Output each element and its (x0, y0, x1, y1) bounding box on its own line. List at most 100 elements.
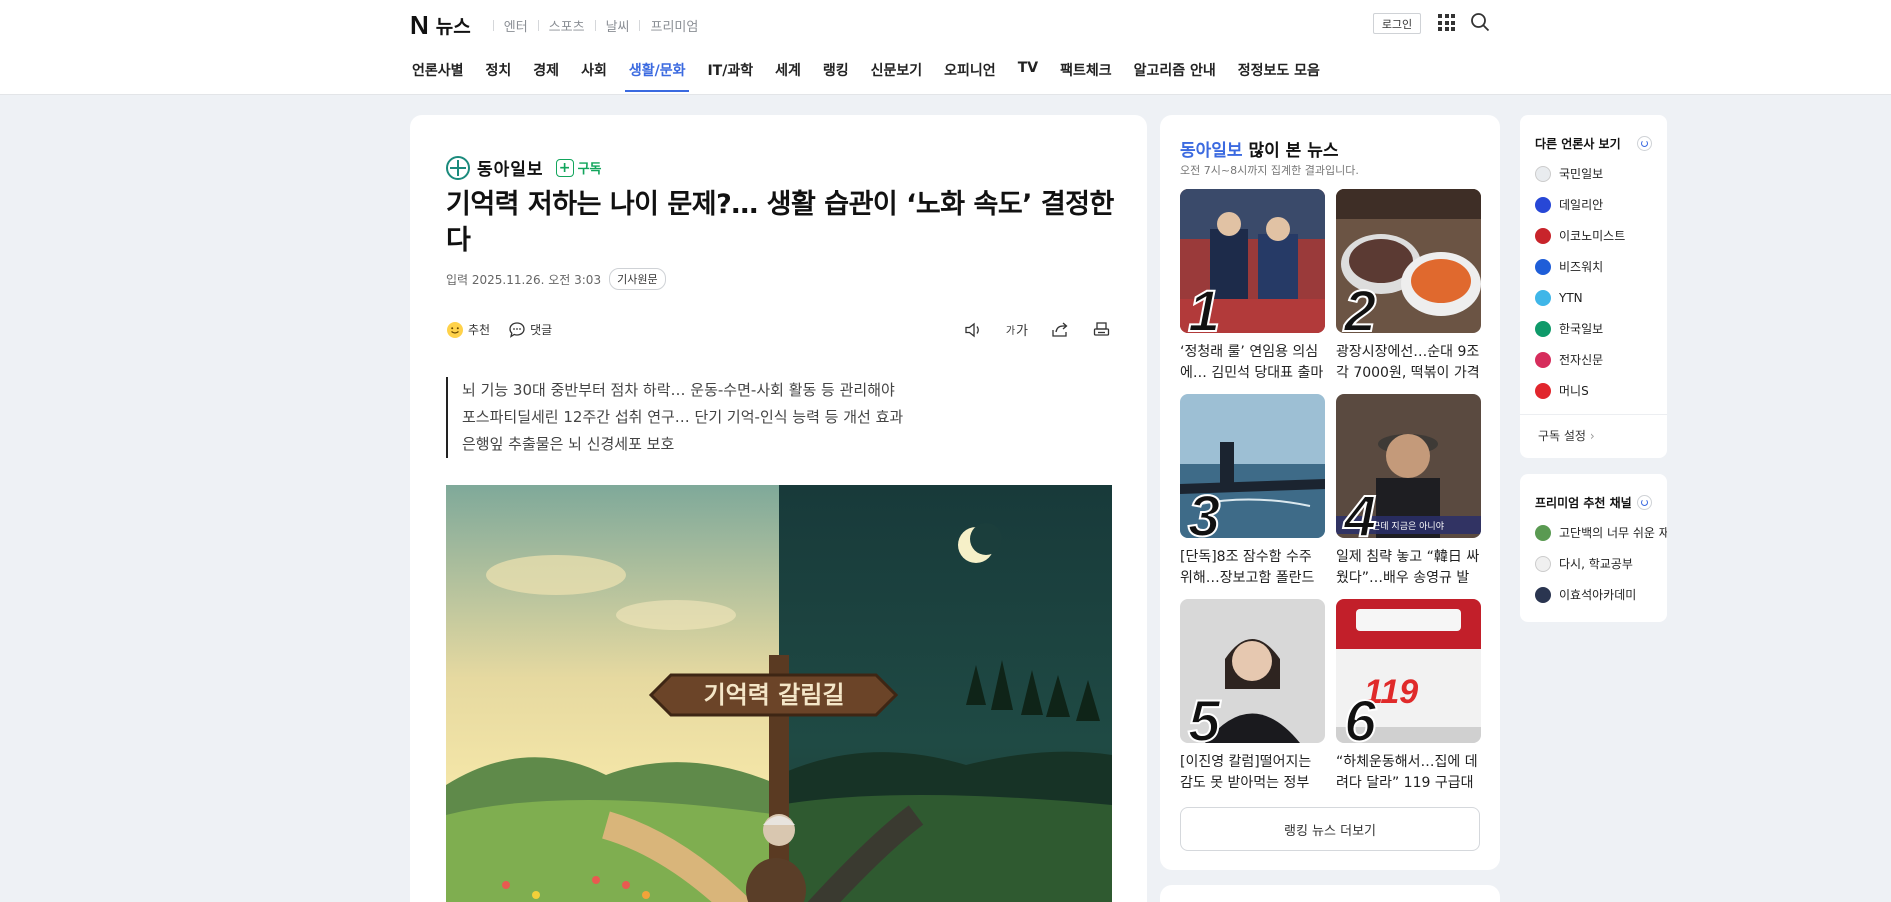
service-links: 엔터 스포츠 날씨 프리미엄 (483, 16, 698, 35)
premium-channel-box: 프리미엄 추천 채널 고단백의 너무 쉬운 재테크 다시, 학교공부 이효석아카… (1520, 474, 1667, 622)
summary-line: 포스파티딜세린 12주간 섭취 연구… 단기 기억-인식 능력 등 개선 효과 (462, 408, 904, 426)
nav-tab-factcheck[interactable]: 팩트체크 (1060, 60, 1112, 92)
premium-item[interactable]: 다시, 학교공부 (1520, 548, 1667, 579)
ranking-headline: 일제 침략 놓고 “韓日 싸웠다”…배우 송영규 발언 (1336, 549, 1480, 586)
nav-tab-newspaper[interactable]: 신문보기 (871, 60, 923, 92)
ranking-item[interactable]: 3 [단독]8조 잠수함 수주 위해…장보고함 폴란드에 (1180, 394, 1325, 589)
recommend-button[interactable]: 추천 (446, 321, 490, 339)
login-button[interactable]: 로그인 (1373, 13, 1421, 34)
nav-tab-world[interactable]: 세계 (775, 60, 801, 92)
ranking-item[interactable]: 근데 지금은 아니야 4 일제 침략 놓고 “韓日 싸웠다”…배우 송영규 발언 (1336, 394, 1481, 589)
divider (639, 20, 641, 31)
ranking-more-button[interactable]: 랭킹 뉴스 더보기 (1180, 807, 1480, 851)
press-item-label: 전자신문 (1559, 353, 1604, 367)
next-panel (1160, 885, 1500, 902)
nav-tab-tv[interactable]: TV (1018, 60, 1038, 92)
plus-icon: + (555, 158, 574, 177)
press-item-label: 국민일보 (1559, 167, 1604, 181)
channel-logo-icon (1535, 586, 1551, 603)
press-name[interactable]: 동아일보 (477, 155, 544, 180)
ranking-thumbnail[interactable]: 3 (1180, 394, 1325, 538)
share-button[interactable] (1050, 321, 1070, 339)
subscribe-button[interactable]: + 구독 (555, 158, 601, 177)
nav-tab-opinion[interactable]: 오피니언 (944, 60, 996, 92)
print-button[interactable] (1092, 321, 1112, 339)
ranking-item[interactable]: 2 광장시장에선…순대 9조각 7000원, 떡볶이 가격은 (1336, 189, 1481, 384)
rank-number: 5 (1187, 689, 1221, 744)
subscribe-settings-link[interactable]: 구독 설정 › (1520, 414, 1667, 458)
summary-line: 뇌 기능 30대 중반부터 점차 하락… 운동-수면-사회 활동 등 관리해야 (462, 381, 895, 399)
ranking-press-name[interactable]: 동아일보 (1180, 141, 1243, 161)
press-logo-icon (1535, 351, 1551, 368)
ranking-subtitle: 오전 7시~8시까지 집계한 결과입니다. (1180, 164, 1359, 177)
ranking-thumbnail[interactable]: 5 (1180, 599, 1325, 743)
signpost-text: 기억력 갈림길 (704, 681, 845, 709)
press-item[interactable]: 한국일보 (1520, 313, 1667, 344)
nav-tab-society[interactable]: 사회 (581, 60, 607, 92)
service-link-premium[interactable]: 프리미엄 (650, 16, 698, 35)
ranking-thumbnail[interactable]: 1 (1180, 189, 1325, 333)
ranking-thumbnail[interactable]: 2 (1336, 189, 1481, 333)
tts-button[interactable] (964, 321, 984, 339)
nav-tab-politics[interactable]: 정치 (486, 60, 512, 92)
press-item[interactable]: 머니S (1520, 375, 1667, 406)
service-link-entertainment[interactable]: 엔터 (504, 16, 528, 35)
nav-tab-ranking[interactable]: 랭킹 (823, 60, 849, 92)
article-summary: 뇌 기능 30대 중반부터 점차 하락… 운동-수면-사회 활동 등 관리해야 … (446, 377, 903, 458)
font-size-button[interactable]: 가 가 (1006, 320, 1028, 339)
ranking-item[interactable]: 119 6 “하체운동해서…집에 데려다 달라” 119 구급대 (1336, 599, 1481, 794)
font-small-icon: 가 (1005, 326, 1016, 337)
press-item[interactable]: 전자신문 (1520, 344, 1667, 375)
nav-tab-economy[interactable]: 경제 (533, 60, 559, 92)
article-headline: 기억력 저하는 나이 문제?… 생활 습관이 ‘노화 속도’ 결정한다 (446, 189, 1114, 256)
chevron-right-icon: › (1589, 429, 1595, 443)
comment-button[interactable]: 댓글 (508, 321, 552, 339)
press-item[interactable]: 이코노미스트 (1520, 220, 1667, 251)
ranking-headline: “하체운동해서…집에 데려다 달라” 119 구급대 (1336, 754, 1478, 791)
press-item[interactable]: 국민일보 (1520, 158, 1667, 189)
ranking-item[interactable]: 1 ‘정청래 룰’ 연임용 의심에… 김민석 당대표 출마설 (1180, 189, 1325, 384)
comment-icon (509, 321, 525, 338)
press-emblem-icon[interactable] (446, 155, 470, 180)
press-row: 동아일보 + 구독 (446, 155, 601, 180)
press-item[interactable]: 비즈워치 (1520, 251, 1667, 282)
press-item[interactable]: 데일리안 (1520, 189, 1667, 220)
nav-tab-life-culture[interactable]: 생활/문화 (624, 60, 690, 92)
press-item-label: 데일리안 (1559, 198, 1604, 212)
service-link-weather[interactable]: 날씨 (606, 16, 630, 35)
search-icon[interactable] (1470, 12, 1490, 32)
press-item-label: 머니S (1559, 384, 1589, 398)
nav-tab-corrections[interactable]: 정정보도 모음 (1238, 60, 1320, 92)
naver-logo[interactable]: N (410, 10, 429, 41)
rank-number: 3 (1187, 484, 1221, 539)
ranking-title: 동아일보 많이 본 뉴스 (1180, 136, 1339, 161)
refresh-icon[interactable] (1637, 495, 1652, 510)
article-hero-image[interactable]: 기억력 갈림길 (446, 485, 1112, 902)
service-link-sports[interactable]: 스포츠 (549, 16, 585, 35)
premium-item[interactable]: 고단백의 너무 쉬운 재테크 (1520, 517, 1667, 548)
ranking-item[interactable]: 5 [이진영 칼럼]떨어지는 감도 못 받아먹는 정부 (1180, 599, 1325, 794)
article-dateline: 입력 2025.11.26. 오전 3:03 기사원문 (446, 268, 666, 290)
original-article-link[interactable]: 기사원문 (609, 268, 666, 290)
press-item-label: 한국일보 (1559, 322, 1604, 336)
rank-number: 1 (1187, 279, 1221, 334)
press-item-label: 이코노미스트 (1559, 229, 1626, 243)
apps-grid-icon[interactable] (1438, 14, 1455, 31)
nav-tab-by-press[interactable]: 언론사별 (412, 60, 464, 92)
ranking-thumbnail[interactable]: 근데 지금은 아니야 4 (1336, 394, 1481, 538)
premium-item-label: 이효석아카데미 (1559, 588, 1637, 602)
nav-tab-algorithm[interactable]: 알고리즘 안내 (1134, 60, 1216, 92)
other-press-title: 다른 언론사 보기 (1535, 137, 1621, 151)
article-actions: 추천 댓글 가 가 (446, 320, 1112, 339)
divider (537, 20, 539, 31)
font-size-label: 가 (1016, 324, 1028, 339)
press-item[interactable]: YTN (1520, 282, 1667, 313)
nav-tab-it-science[interactable]: IT/과학 (707, 60, 753, 92)
comment-label: 댓글 (530, 323, 553, 337)
premium-item[interactable]: 이효석아카데미 (1520, 579, 1667, 610)
press-logo-icon (1535, 289, 1551, 306)
divider (594, 20, 596, 31)
ranking-thumbnail[interactable]: 119 6 (1336, 599, 1481, 743)
refresh-icon[interactable] (1637, 136, 1652, 151)
news-home-link[interactable]: 뉴스 (436, 12, 471, 39)
